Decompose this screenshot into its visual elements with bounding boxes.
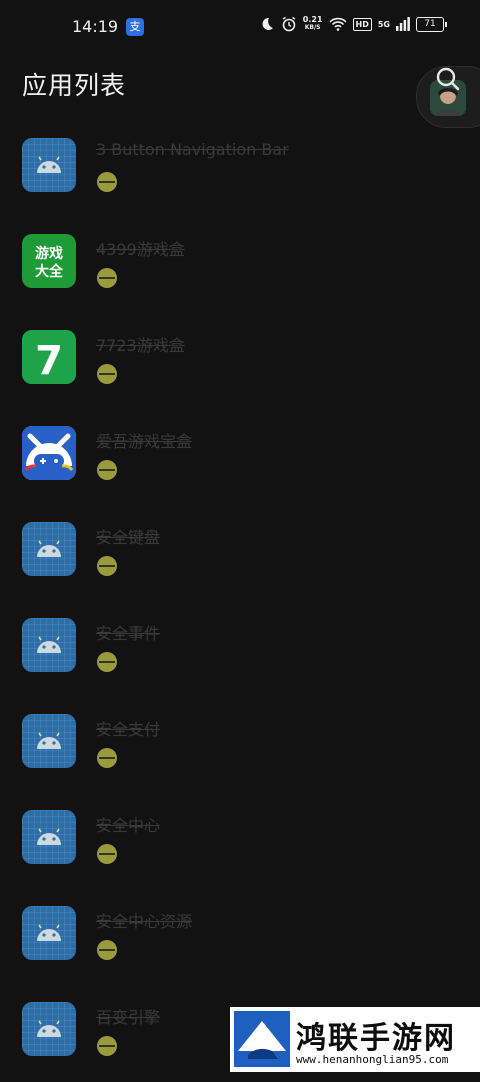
app-name: 百变引擎 [96, 1008, 161, 1027]
status-time: 14:19 [72, 17, 119, 36]
list-item[interactable]: 3 Button Navigation Bar [0, 122, 480, 218]
disabled-status-icon [97, 460, 117, 480]
list-item[interactable]: 安全支付 [0, 698, 480, 794]
app-list: 3 Button Navigation Bar 游戏 大全 4399游戏盒 7 … [0, 122, 480, 1082]
alarm-icon [282, 16, 296, 32]
app-name: 安全中心 [96, 816, 161, 835]
disabled-status-icon [97, 364, 117, 384]
7723-icon-text: 7 [35, 338, 63, 384]
watermark-url: www.henanhonglian95.com [296, 1053, 449, 1066]
app-name: 7723游戏盒 [96, 336, 185, 355]
4399-icon: 游戏 大全 [22, 234, 76, 288]
disabled-status-icon [97, 268, 117, 288]
4399-icon-text-bottom: 大全 [35, 263, 64, 280]
network-speed: 0.21 KB/S [303, 16, 323, 32]
disabled-status-icon [97, 556, 117, 576]
android-icon [22, 1002, 76, 1056]
hd-badge: HD [352, 17, 372, 31]
7723-icon: 7 [22, 330, 76, 384]
search-icon[interactable] [434, 66, 462, 94]
app-name: 安全事件 [96, 624, 161, 643]
alipay-notification-icon: 支 [126, 18, 144, 36]
site-watermark: 鸿联手游网 www.henanhonglian95.com [230, 1007, 480, 1072]
disabled-status-icon [97, 1036, 117, 1056]
app-name: 爱吾游戏宝盒 [96, 432, 193, 451]
disabled-status-icon [97, 652, 117, 672]
disabled-status-icon [97, 844, 117, 864]
list-item[interactable]: 7 7723游戏盒 [0, 314, 480, 410]
network-type: 5G [377, 19, 390, 29]
status-bar: 14:19 支 0.21 KB/S HD 5G 71 [0, 0, 480, 56]
android-icon [22, 618, 76, 672]
watermark-name: 鸿联手游网 [296, 1021, 456, 1056]
app-name: 安全键盘 [96, 528, 161, 547]
disabled-status-icon [97, 748, 117, 768]
4399-icon-text-top: 游戏 [35, 245, 63, 262]
app-name: 3 Button Navigation Bar [96, 140, 289, 159]
status-icons: 0.21 KB/S HD 5G 71 [259, 16, 447, 32]
disabled-status-icon [97, 172, 117, 192]
list-item[interactable]: 游戏 大全 4399游戏盒 [0, 218, 480, 314]
battery-icon: 71 [416, 16, 447, 32]
signal-icon [396, 17, 410, 31]
list-item[interactable]: 安全事件 [0, 602, 480, 698]
aiwu-icon [22, 426, 76, 480]
disabled-status-icon [97, 940, 117, 960]
watermark-logo-icon [234, 1011, 290, 1067]
list-item[interactable]: 爱吾游戏宝盒 [0, 410, 480, 506]
app-name: 4399游戏盒 [96, 240, 185, 259]
list-item[interactable]: 安全中心 [0, 794, 480, 890]
android-icon [22, 810, 76, 864]
moon-icon [262, 17, 273, 30]
wifi-icon [328, 17, 347, 31]
android-icon [22, 138, 76, 192]
android-icon [22, 522, 76, 576]
android-icon [22, 714, 76, 768]
android-icon [22, 906, 76, 960]
app-name: 安全中心资源 [96, 912, 193, 931]
list-item[interactable]: 安全中心资源 [0, 890, 480, 986]
page-title: 应用列表 [22, 71, 127, 100]
list-item[interactable]: 安全键盘 [0, 506, 480, 602]
net-speed-value: 0.21 [302, 15, 323, 24]
app-name: 安全支付 [96, 720, 161, 739]
net-speed-unit: KB/S [304, 24, 321, 31]
